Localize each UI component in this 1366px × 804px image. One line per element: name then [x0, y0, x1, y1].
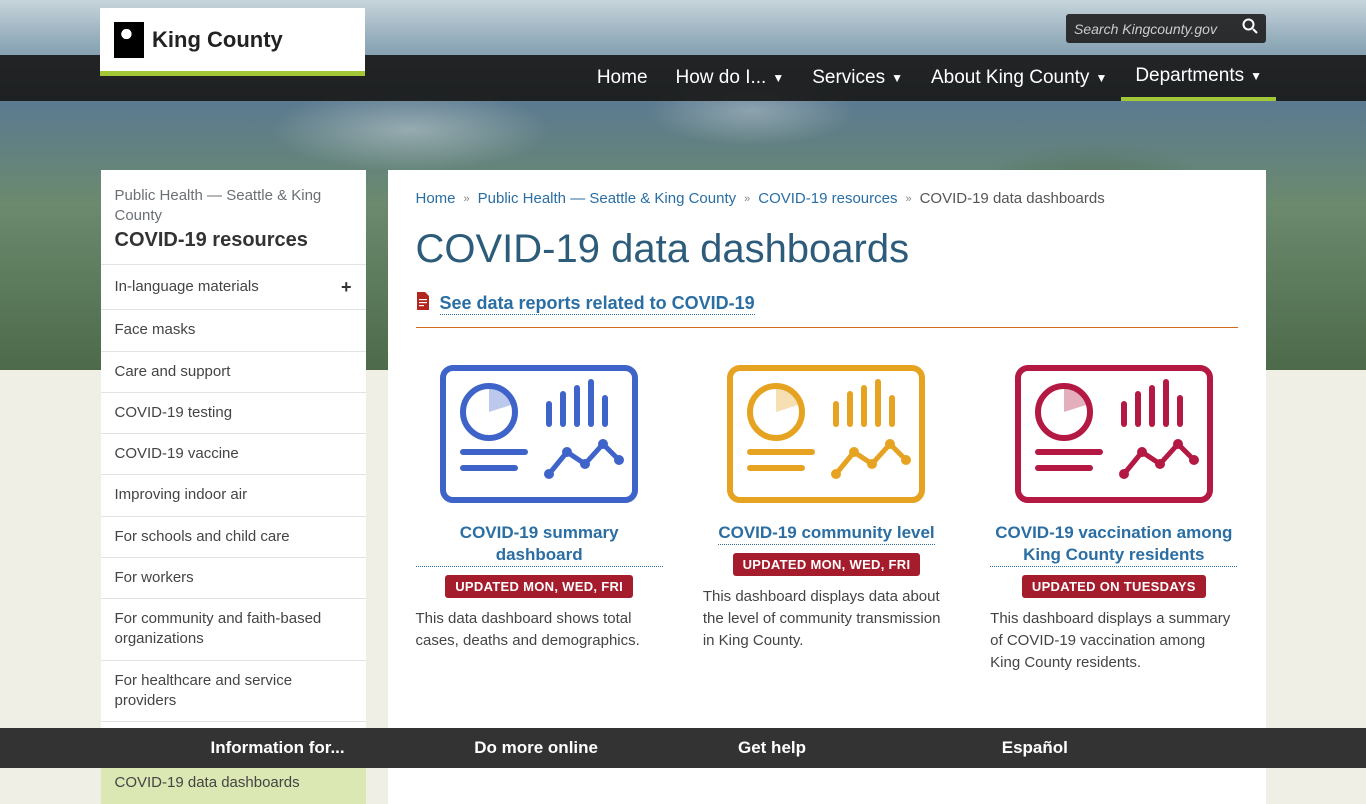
- breadcrumb-separator-icon: »: [744, 193, 750, 205]
- dashboard-icon: [726, 364, 926, 504]
- card-title-link[interactable]: COVID-19 vaccination among King County r…: [990, 522, 1237, 567]
- breadcrumb-separator-icon: »: [464, 193, 470, 205]
- nav-how-do-i-[interactable]: How do I...▼: [662, 55, 799, 101]
- breadcrumb: Home » Public Health — Seattle & King Coun…: [416, 186, 1238, 221]
- breadcrumb-item[interactable]: Home: [416, 190, 456, 207]
- sidebar-item[interactable]: For community and faith-based organizati…: [101, 599, 366, 660]
- sidebar-item-label: Care and support: [115, 362, 231, 382]
- card-description: This data dashboard shows total cases, d…: [416, 608, 663, 652]
- sidebar-item-label: For healthcare and service providers: [115, 671, 352, 712]
- search-box[interactable]: [1066, 14, 1266, 43]
- sidebar-item[interactable]: Improving indoor air: [101, 475, 366, 515]
- dashboard-card: COVID-19 summary dashboard UPDATED MON, W…: [416, 356, 663, 681]
- sidebar-item[interactable]: In-language materials +: [101, 265, 366, 309]
- dashboard-icon: [1014, 364, 1214, 504]
- document-icon: [416, 292, 430, 315]
- sidebar-item-label: For workers: [115, 568, 194, 588]
- main-content: Home » Public Health — Seattle & King Coun…: [388, 170, 1266, 804]
- sidebar-item-label: Face masks: [115, 320, 196, 340]
- sidebar-item[interactable]: For workers: [101, 558, 366, 598]
- update-badge: UPDATED MON, WED, FRI: [445, 575, 633, 598]
- nav-departments[interactable]: Departments▼: [1121, 55, 1276, 101]
- footer-column-header[interactable]: Do more online: [474, 738, 738, 758]
- footer-strip: Information for...Do more onlineGet help…: [0, 728, 1366, 768]
- sidebar-item-label: Improving indoor air: [115, 485, 248, 505]
- sidebar-item-label: For community and faith-based organizati…: [115, 609, 352, 650]
- footer-column-header[interactable]: Español: [1002, 738, 1266, 758]
- card-description: This dashboard displays data about the l…: [703, 586, 950, 651]
- card-title-link[interactable]: COVID-19 summary dashboard: [416, 522, 663, 567]
- breadcrumb-item[interactable]: COVID-19 resources: [758, 190, 897, 207]
- nav-home[interactable]: Home: [583, 55, 662, 101]
- report-link-row: See data reports related to COVID-19: [416, 292, 1238, 328]
- sidebar-item-label: COVID-19 testing: [115, 403, 233, 423]
- sidebar-header: Public Health — Seattle & King County CO…: [101, 170, 366, 264]
- chevron-down-icon: ▼: [772, 71, 784, 85]
- sidebar-item-label: In-language materials: [115, 277, 259, 297]
- site-logo[interactable]: King County: [100, 8, 365, 76]
- card-title-link[interactable]: COVID-19 community level: [718, 522, 934, 545]
- dashboard-icon: [439, 364, 639, 504]
- sidebar-nav: In-language materials + Face masks Care and…: [101, 264, 366, 804]
- dashboard-card: COVID-19 vaccination among King County r…: [990, 356, 1237, 681]
- search-icon[interactable]: [1242, 18, 1258, 39]
- breadcrumb-item: COVID-19 data dashboards: [920, 190, 1105, 207]
- sidebar-item[interactable]: COVID-19 testing: [101, 393, 366, 433]
- card-description: This dashboard displays a summary of COV…: [990, 608, 1237, 673]
- sidebar-item-label: COVID-19 vaccine: [115, 444, 239, 464]
- sidebar-item[interactable]: COVID-19 data dashboards: [101, 763, 366, 803]
- sidebar-item[interactable]: Face masks: [101, 310, 366, 350]
- see-reports-link[interactable]: See data reports related to COVID-19: [440, 293, 755, 315]
- sidebar-item[interactable]: For schools and child care: [101, 517, 366, 557]
- sidebar-section-title: COVID-19 resources: [115, 229, 352, 252]
- sidebar-item-label: For schools and child care: [115, 527, 290, 547]
- footer-column-header[interactable]: Information for...: [211, 738, 475, 758]
- nav-about-king-county[interactable]: About King County▼: [917, 55, 1121, 101]
- nav-services[interactable]: Services▼: [798, 55, 917, 101]
- chevron-down-icon: ▼: [1250, 69, 1262, 83]
- breadcrumb-item[interactable]: Public Health — Seattle & King County: [478, 190, 736, 207]
- page-title: COVID-19 data dashboards: [416, 227, 1238, 272]
- logo-mark-icon: [114, 22, 144, 58]
- sidebar-parent-link[interactable]: Public Health — Seattle & King County: [115, 186, 352, 225]
- chevron-down-icon: ▼: [891, 71, 903, 85]
- breadcrumb-separator-icon: »: [905, 193, 911, 205]
- dashboard-cards: COVID-19 summary dashboard UPDATED MON, W…: [416, 356, 1238, 681]
- sidebar-item[interactable]: For healthcare and service providers: [101, 661, 366, 722]
- expand-icon[interactable]: +: [341, 275, 352, 299]
- update-badge: UPDATED MON, WED, FRI: [733, 553, 921, 576]
- dashboard-card: COVID-19 community level UPDATED MON, WED…: [703, 356, 950, 681]
- chevron-down-icon: ▼: [1095, 71, 1107, 85]
- site-name: King County: [152, 27, 283, 53]
- search-input[interactable]: [1074, 21, 1234, 37]
- update-badge: UPDATED ON TUESDAYS: [1022, 575, 1206, 598]
- sidebar-item-label: COVID-19 data dashboards: [115, 773, 300, 793]
- sidebar: Public Health — Seattle & King County CO…: [101, 170, 366, 804]
- sidebar-item[interactable]: Care and support: [101, 352, 366, 392]
- footer-column-header[interactable]: Get help: [738, 738, 1002, 758]
- sidebar-item[interactable]: COVID-19 vaccine: [101, 434, 366, 474]
